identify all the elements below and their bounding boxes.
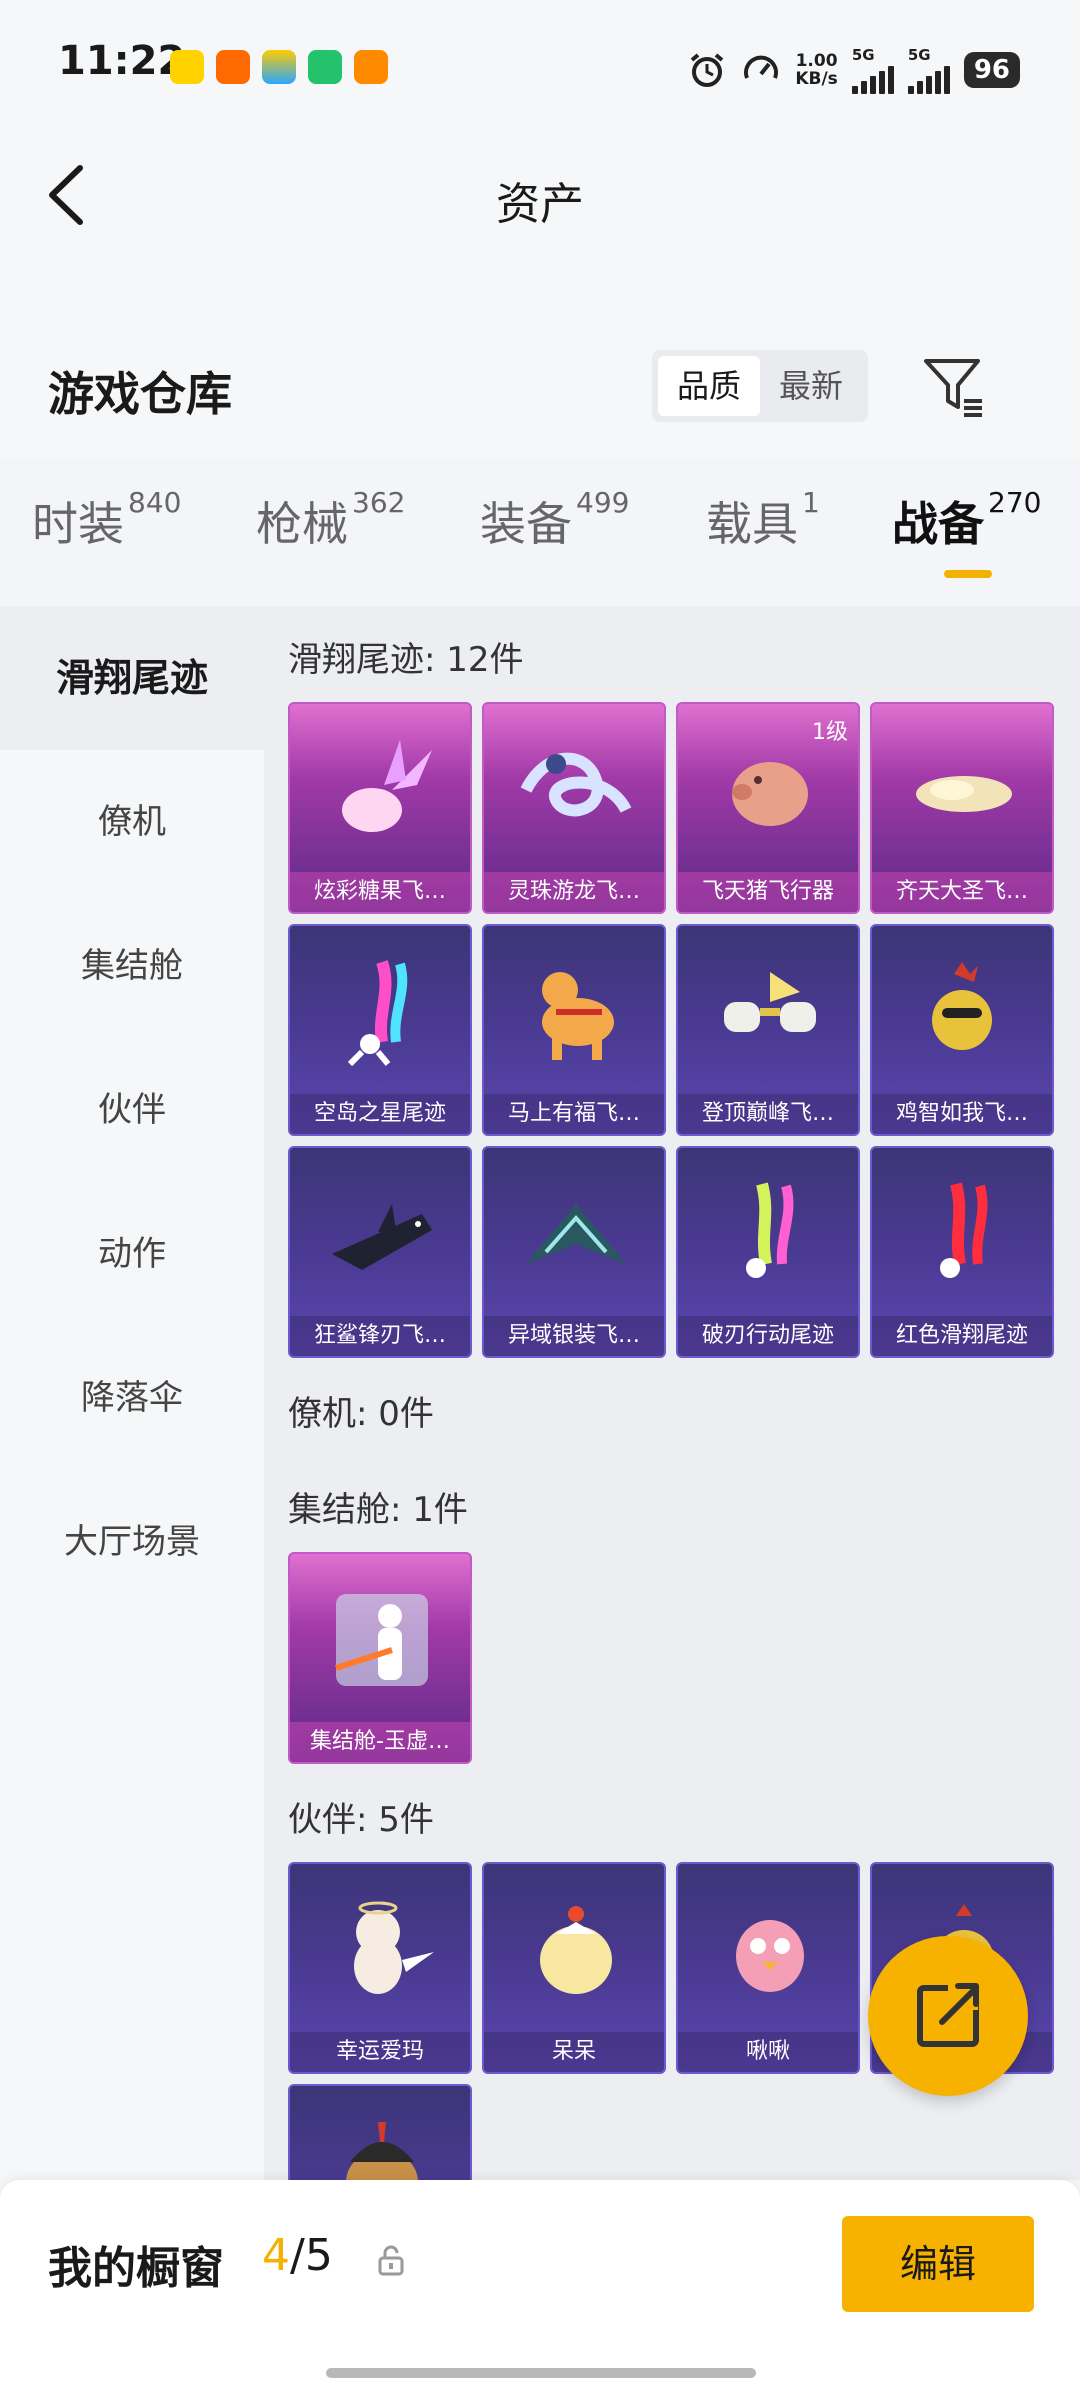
item-card[interactable]: 呆呆 bbox=[482, 1862, 666, 2074]
tab-underline bbox=[944, 570, 992, 578]
cloud-glider-art bbox=[916, 776, 1012, 812]
item-name: 飞天猪飞行器 bbox=[678, 872, 858, 912]
item-name: 炫彩糖果飞… bbox=[290, 872, 470, 912]
item-card[interactable]: 齐天大圣飞… bbox=[870, 702, 1054, 914]
item-name: 鸡智如我飞… bbox=[872, 1094, 1052, 1134]
daidai-art bbox=[540, 1906, 612, 1994]
status-bar: 11:22 1.00 KB/s 5G 5G 96 bbox=[0, 0, 1080, 120]
item-card[interactable]: 异域银装飞… bbox=[482, 1146, 666, 1358]
sort-toggle: 品质 最新 bbox=[652, 350, 868, 422]
jetpack-glider-art bbox=[724, 972, 816, 1032]
candy-glider-art bbox=[342, 740, 432, 832]
home-indicator[interactable] bbox=[326, 2368, 756, 2378]
section-title-trails: 滑翔尾迹: 12件 bbox=[288, 640, 524, 680]
tab-battle-gear[interactable]: 战备 270 bbox=[892, 486, 1041, 554]
section-title-partner: 伙伴: 5件 bbox=[288, 1800, 434, 1840]
sidebar: 滑翔尾迹 僚机 集结舱 伙伴 动作 降落伞 大厅场景 bbox=[0, 606, 264, 2180]
sidebar-item-parachute[interactable]: 降落伞 bbox=[0, 1326, 264, 1470]
edit-button[interactable]: 编辑 bbox=[842, 2216, 1034, 2312]
app-notification-icon bbox=[170, 50, 204, 84]
item-name: 红色滑翔尾迹 bbox=[872, 1316, 1052, 1356]
item-name: 呆呆 bbox=[484, 2032, 664, 2072]
lucky-emma-art bbox=[354, 1901, 434, 1994]
video-app-icon bbox=[354, 50, 388, 84]
colorful-smoke-trail-art bbox=[746, 1182, 794, 1278]
item-name: 齐天大圣飞… bbox=[872, 872, 1052, 912]
taobao-icon bbox=[216, 50, 250, 84]
tab-guns[interactable]: 枪械 362 bbox=[256, 486, 405, 554]
section-title-pod: 集结舱: 1件 bbox=[288, 1490, 468, 1530]
item-card[interactable]: 空岛之星尾迹 bbox=[288, 924, 472, 1136]
item-name: 破刃行动尾迹 bbox=[678, 1316, 858, 1356]
sidebar-item-partner[interactable]: 伙伴 bbox=[0, 1038, 264, 1182]
sidebar-item-wingman[interactable]: 僚机 bbox=[0, 750, 264, 894]
item-card[interactable]: 集结舱-玉虚… bbox=[288, 1552, 472, 1764]
signal-1: 5G bbox=[851, 46, 894, 94]
item-card[interactable]: 狂鲨锋刃飞… bbox=[288, 1146, 472, 1358]
warehouse-title: 游戏仓库 bbox=[48, 367, 232, 421]
item-card[interactable]: 红色滑翔尾迹 bbox=[870, 1146, 1054, 1358]
wallet-icon bbox=[262, 50, 296, 84]
item-card[interactable]: 炫彩糖果飞… bbox=[288, 702, 472, 914]
red-smoke-trail-art bbox=[940, 1182, 988, 1278]
item-card[interactable]: 马上有福飞… bbox=[482, 924, 666, 1136]
net-speed: 1.00 KB/s bbox=[795, 51, 838, 89]
section-title-wingman: 僚机: 0件 bbox=[288, 1394, 434, 1434]
item-name: 异域银装飞… bbox=[484, 1316, 664, 1356]
item-name: 空岛之星尾迹 bbox=[290, 1094, 470, 1134]
item-card[interactable]: 登顶巅峰飞… bbox=[676, 924, 860, 1136]
status-indicators: 1.00 KB/s 5G 5G 96 bbox=[687, 46, 1020, 94]
signal-2: 5G bbox=[907, 46, 950, 94]
play-icon bbox=[308, 50, 342, 84]
flying-pig-art bbox=[732, 762, 808, 826]
rainbow-trail-art bbox=[347, 960, 408, 1067]
tab-fashion[interactable]: 时装 840 bbox=[32, 486, 181, 554]
showcase-bar: 我的橱窗 4/5 编辑 bbox=[0, 2180, 1080, 2400]
sort-latest-option[interactable]: 最新 bbox=[760, 356, 862, 416]
tab-vehicles[interactable]: 载具 1 bbox=[706, 486, 820, 554]
sidebar-item-lobby-scene[interactable]: 大厅场景 bbox=[0, 1470, 264, 1614]
sort-quality-option[interactable]: 品质 bbox=[658, 356, 760, 416]
partner-helmet-art bbox=[346, 2122, 418, 2180]
horse-glider-art bbox=[542, 972, 614, 1060]
sidebar-item-emote[interactable]: 动作 bbox=[0, 1182, 264, 1326]
item-card[interactable]: 啾啾 bbox=[676, 1862, 860, 2074]
sidebar-item-pod[interactable]: 集结舱 bbox=[0, 894, 264, 1038]
item-name: 马上有福飞… bbox=[484, 1094, 664, 1134]
status-time: 11:22 bbox=[58, 38, 186, 84]
item-name: 啾啾 bbox=[678, 2032, 858, 2072]
item-card[interactable]: 鸡智如我飞… bbox=[870, 924, 1054, 1136]
item-name: 登顶巅峰飞… bbox=[678, 1094, 858, 1134]
showcase-count: 4/5 bbox=[262, 2230, 333, 2281]
item-card[interactable]: 灵珠游龙飞… bbox=[482, 702, 666, 914]
shark-glider-art bbox=[332, 1204, 432, 1270]
category-tabs: 时装 840 枪械 362 装备 499 载具 1 战备 270 bbox=[0, 458, 1080, 606]
filter-icon bbox=[924, 359, 982, 417]
filter-button[interactable] bbox=[920, 355, 990, 419]
item-card[interactable]: 幸运爱玛 bbox=[288, 1862, 472, 2074]
battery-indicator: 96 bbox=[963, 52, 1020, 88]
alarm-icon bbox=[691, 53, 724, 87]
pod-art bbox=[335, 1594, 428, 1686]
share-icon bbox=[917, 1980, 979, 2047]
page-title: 资产 bbox=[496, 179, 584, 230]
silver-wing-glider-art bbox=[526, 1204, 626, 1264]
item-name: 灵珠游龙飞… bbox=[484, 872, 664, 912]
share-button[interactable] bbox=[868, 1936, 1028, 2096]
item-card[interactable]: 1级 飞天猪飞行器 bbox=[676, 702, 860, 914]
chicken-glider-art bbox=[932, 962, 992, 1050]
jiujiu-art bbox=[736, 1920, 804, 1992]
tab-equipment[interactable]: 装备 499 bbox=[480, 486, 629, 554]
item-card[interactable] bbox=[288, 2084, 472, 2180]
speedometer-icon bbox=[744, 55, 779, 79]
item-name: 集结舱-玉虚… bbox=[290, 1722, 470, 1762]
item-name: 狂鲨锋刃飞… bbox=[290, 1316, 470, 1356]
lock-icon bbox=[378, 2245, 404, 2276]
dragon-glider-art bbox=[520, 752, 632, 817]
item-card[interactable]: 破刃行动尾迹 bbox=[676, 1146, 860, 1358]
showcase-label: 我的橱窗 bbox=[48, 2243, 224, 2294]
sidebar-item-glide-trail[interactable]: 滑翔尾迹 bbox=[0, 606, 264, 750]
item-name: 幸运爱玛 bbox=[290, 2032, 470, 2072]
